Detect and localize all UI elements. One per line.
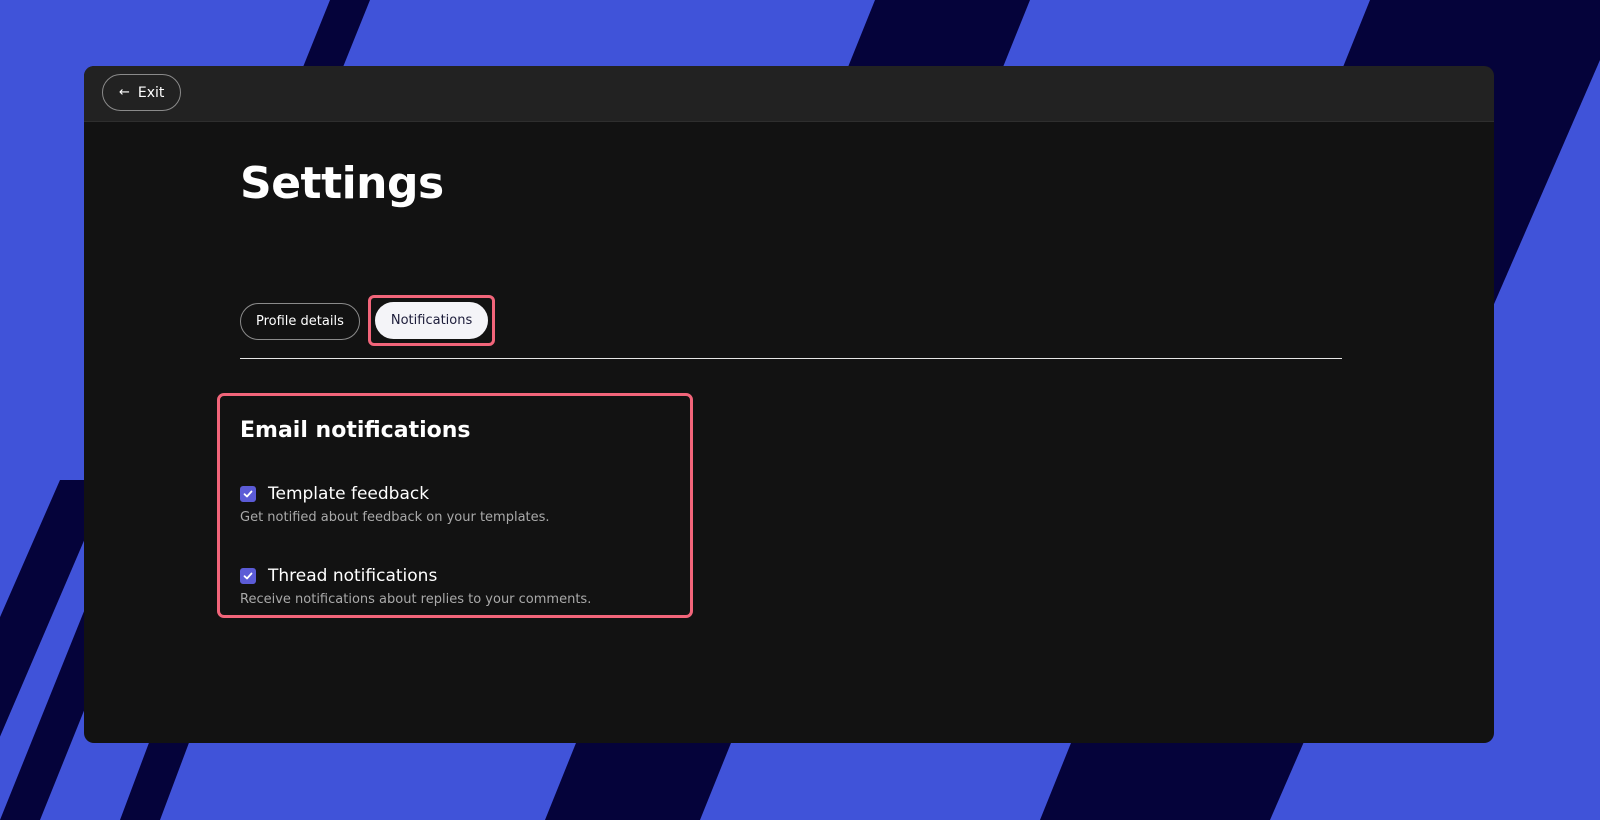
page-title: Settings	[240, 158, 444, 209]
check-icon	[243, 490, 253, 498]
email-notifications-section: Email notifications Template feedback Ge…	[217, 393, 693, 618]
option-label: Thread notifications	[268, 566, 438, 586]
tab-profile-details[interactable]: Profile details	[240, 303, 360, 340]
arrow-left-icon: ←	[119, 85, 130, 100]
settings-tabs: Profile details Notifications	[240, 295, 496, 346]
settings-window: ← Exit Settings Profile details Notifica…	[84, 66, 1494, 743]
exit-button[interactable]: ← Exit	[102, 74, 182, 111]
background-stripe	[120, 740, 190, 820]
thread-notifications-checkbox[interactable]	[240, 568, 256, 584]
tab-notifications[interactable]: Notifications	[374, 302, 489, 339]
option-label: Template feedback	[268, 484, 430, 504]
highlight-box: Notifications	[367, 295, 496, 346]
option-row: Template feedback	[240, 484, 680, 504]
template-feedback-option: Template feedback Get notified about fee…	[240, 484, 680, 525]
template-feedback-checkbox[interactable]	[240, 486, 256, 502]
option-description: Get notified about feedback on your temp…	[240, 510, 550, 525]
thread-notifications-option: Thread notifications Receive notificatio…	[240, 566, 680, 607]
tab-label: Profile details	[256, 314, 344, 329]
tab-label: Notifications	[390, 313, 473, 328]
section-title: Email notifications	[240, 418, 471, 443]
check-icon	[243, 572, 253, 580]
exit-label: Exit	[137, 84, 165, 101]
divider	[240, 358, 1342, 359]
top-bar: ← Exit	[84, 66, 1494, 122]
option-row: Thread notifications	[240, 566, 680, 586]
option-description: Receive notifications about replies to y…	[240, 592, 592, 607]
